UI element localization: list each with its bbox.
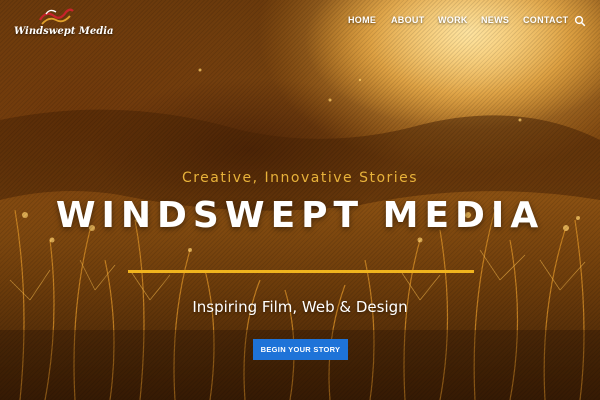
nav-item-news[interactable]: NEWS <box>481 15 509 25</box>
nav-item-about[interactable]: ABOUT <box>391 15 425 25</box>
nav-item-home[interactable]: HOME <box>348 15 376 25</box>
hero-headline: WINDSWEPT MEDIA <box>55 195 545 236</box>
nav-item-contact[interactable]: CONTACT <box>523 15 568 25</box>
search-icon[interactable] <box>574 15 586 27</box>
wave-logo-icon <box>39 8 74 25</box>
logo-text: Windswept Media <box>14 26 114 37</box>
hero-section: Windswept Media HOME ABOUT WORK NEWS CON… <box>0 0 600 400</box>
hero-divider <box>128 270 474 273</box>
nav-item-work[interactable]: WORK <box>438 15 468 25</box>
begin-your-story-button[interactable]: BEGIN YOUR STORY <box>253 339 348 360</box>
main-nav: HOME ABOUT WORK NEWS CONTACT <box>348 15 568 29</box>
site-logo[interactable]: Windswept Media <box>14 6 114 40</box>
hero-subhead: Inspiring Film, Web & Design <box>192 298 408 316</box>
hero-tagline: Creative, Innovative Stories <box>181 170 419 186</box>
